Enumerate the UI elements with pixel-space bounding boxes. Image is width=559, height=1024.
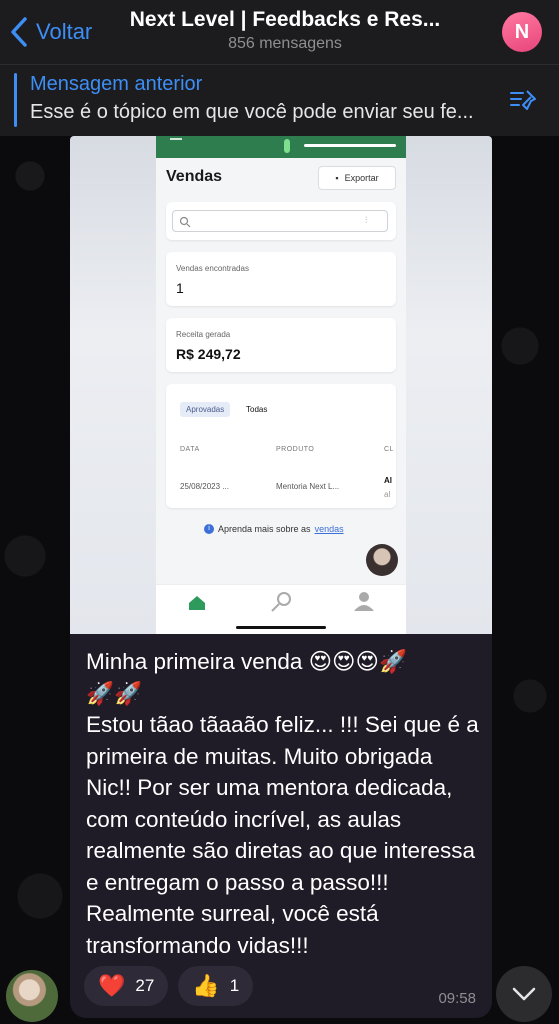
sales-table-card: Aprovadas Todas DATA PRODUTO CL 25/08/20… [166, 384, 396, 508]
revenue-value: R$ 249,72 [176, 346, 241, 362]
home-icon [189, 596, 205, 610]
search-card: ⫶ [166, 202, 396, 240]
learn-more-link: vendas [314, 524, 344, 534]
search-input: ⫶ [172, 210, 388, 232]
tab-all: Todas [246, 405, 268, 414]
sender-avatar[interactable] [6, 970, 58, 1022]
column-date: DATA [180, 446, 200, 453]
row-client: Al [384, 476, 392, 485]
tab-approved: Aprovadas [180, 402, 231, 417]
reaction-heart[interactable]: ❤️ 27 [84, 966, 169, 1006]
menu-icon [170, 138, 182, 140]
pinned-message[interactable]: Mensagem anterior Esse é o tópico em que… [0, 64, 559, 136]
message-text-content: Minha primeira venda 😍😍😍🚀 🚀🚀 Estou tãao … [86, 649, 479, 958]
thumbs-up-icon: 👍 [192, 973, 220, 998]
reaction-count: 1 [229, 976, 240, 995]
chevron-left-icon [11, 17, 27, 47]
revenue-card: Receita gerada R$ 249,72 [166, 318, 396, 372]
sales-title: Vendas [166, 168, 223, 185]
back-button[interactable]: Voltar [8, 12, 92, 52]
search-nav-icon [271, 592, 291, 612]
home-indicator [236, 626, 326, 629]
export-label: Exportar [344, 173, 379, 183]
row-product: Mentoria Next L... [276, 482, 340, 491]
pinned-title: Mensagem anterior [30, 73, 203, 95]
reaction-thumbs-up[interactable]: 👍 1 [178, 966, 254, 1006]
filter-icon: ⫶ [365, 215, 368, 225]
message-time: 09:58 [438, 990, 476, 1007]
column-product: PRODUTO [276, 446, 315, 453]
reaction-count: 27 [135, 976, 155, 995]
chat-header: Voltar Next Level | Feedbacks e Res... 8… [0, 0, 559, 64]
scroll-down-button[interactable] [496, 966, 552, 1022]
back-label: Voltar [36, 19, 93, 44]
row-client-sub: al [384, 490, 391, 499]
learn-more: i Aprenda mais sobre as vendas [204, 524, 344, 534]
message-count: 856 mensagens [228, 35, 342, 52]
support-avatar [366, 544, 398, 576]
message-text: Minha primeira venda 😍😍😍🚀 🚀🚀 Estou tãao … [86, 646, 482, 961]
search-icon [179, 216, 191, 228]
row-date: 25/08/2023 ... [180, 482, 229, 491]
learn-more-text: Aprenda mais sobre as [218, 524, 311, 534]
sales-found-label: Vendas encontradas [176, 264, 249, 273]
profile-icon [354, 592, 374, 611]
chat-title: Next Level | Feedbacks e Res... [129, 8, 441, 31]
reactions: ❤️ 27 👍 1 [84, 966, 254, 1006]
sales-found-card: Vendas encontradas 1 [166, 252, 396, 306]
column-client: CL [384, 446, 394, 453]
chat-title-area[interactable]: Next Level | Feedbacks e Res... 856 mens… [100, 8, 470, 53]
export-button: ▪ Exportar [318, 166, 396, 190]
revenue-label: Receita gerada [176, 330, 231, 339]
pinned-text: Esse é o tópico em que você pode enviar … [30, 101, 474, 123]
app-top-bar [156, 136, 406, 158]
sales-screenshot: Vendas ▪ Exportar ⫶ Vendas encontradas 1 [156, 136, 406, 634]
heart-icon: ❤️ [98, 973, 126, 998]
sales-found-value: 1 [176, 280, 184, 296]
pinned-indicator [14, 73, 17, 127]
document-icon: ▪ [335, 173, 339, 183]
progress-bar [304, 144, 396, 147]
pinned-list-icon[interactable] [507, 85, 539, 117]
chevron-down-icon [512, 987, 536, 1001]
message-bubble[interactable]: Vendas ▪ Exportar ⫶ Vendas encontradas 1 [70, 136, 492, 1018]
group-avatar[interactable]: N [502, 12, 542, 52]
battery-icon [284, 139, 290, 153]
message-photo[interactable]: Vendas ▪ Exportar ⫶ Vendas encontradas 1 [70, 136, 492, 634]
info-icon: i [204, 524, 214, 534]
